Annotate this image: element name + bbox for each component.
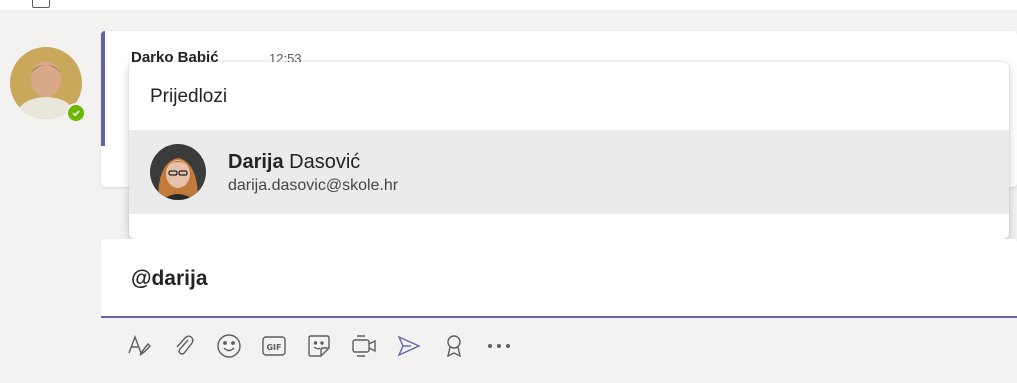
presence-available-icon	[66, 103, 86, 123]
compose-toolbar: GIF	[116, 326, 521, 366]
mention-suggestions-popup: Prijedlozi Darija Dasović darija.dasovic…	[129, 62, 1009, 239]
compose-text[interactable]: @darija	[131, 267, 208, 291]
attach-icon[interactable]	[161, 326, 206, 366]
previous-message-strip	[0, 0, 1017, 10]
suggestion-item[interactable]: Darija Dasović darija.dasovic@skole.hr	[129, 130, 1009, 214]
message-accent-bar	[101, 31, 105, 146]
message-icon	[32, 0, 50, 8]
person-avatar-icon	[150, 144, 206, 200]
compose-box[interactable]: @darija	[101, 239, 1017, 318]
format-icon[interactable]	[116, 326, 161, 366]
praise-icon[interactable]	[431, 326, 476, 366]
emoji-icon[interactable]	[206, 326, 251, 366]
suggestion-name: Darija Dasović	[228, 151, 360, 174]
svg-text:GIF: GIF	[266, 343, 281, 352]
more-options-icon[interactable]	[476, 326, 521, 366]
stream-icon[interactable]	[386, 326, 431, 366]
suggestion-first-name: Darija	[228, 151, 284, 173]
sticker-icon[interactable]	[296, 326, 341, 366]
gif-icon[interactable]: GIF	[251, 326, 296, 366]
suggestions-title: Prijedlozi	[150, 86, 228, 107]
suggestion-last-name: Dasović	[289, 151, 361, 173]
meet-now-icon[interactable]	[341, 326, 386, 366]
suggestion-email: darija.dasovic@skole.hr	[228, 177, 399, 194]
